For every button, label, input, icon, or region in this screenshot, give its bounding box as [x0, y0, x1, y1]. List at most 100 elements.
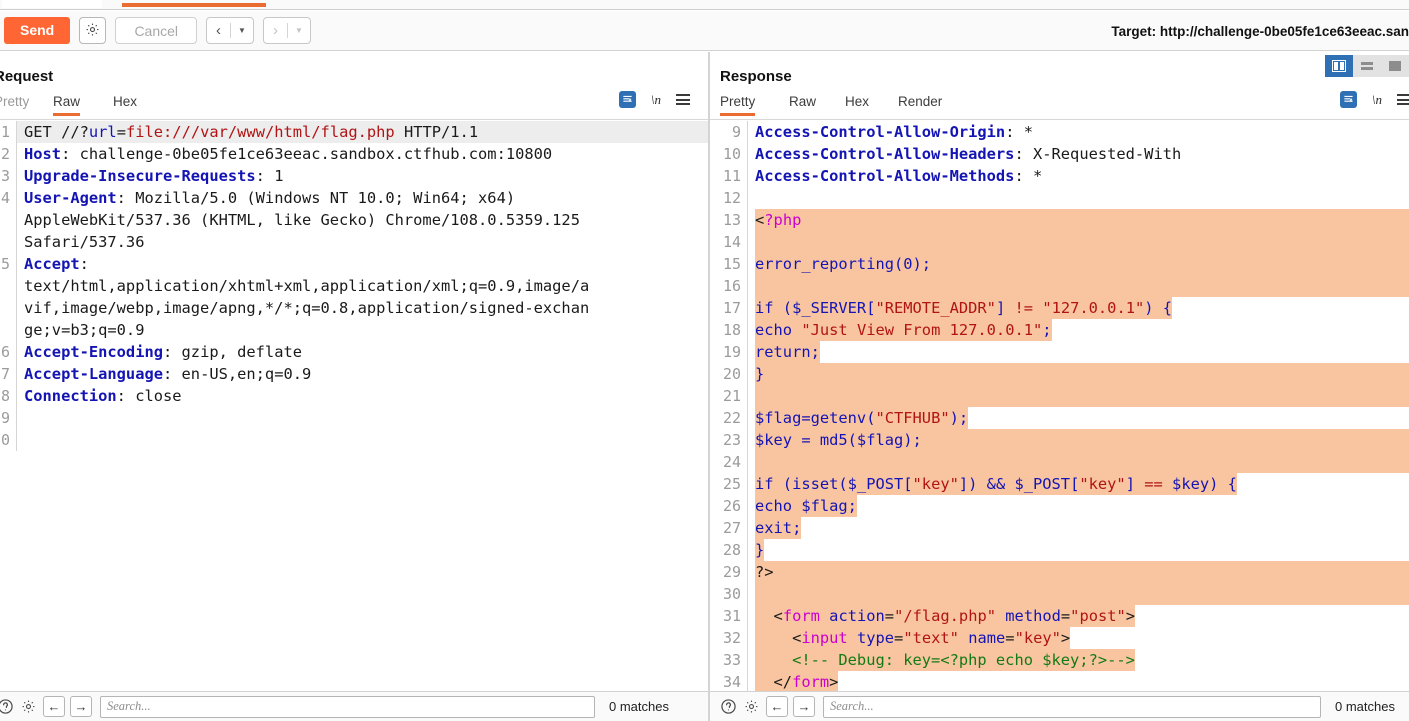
line-number: 30 [710, 583, 748, 605]
code-line-text[interactable]: if (isset($_POST["key"]) && $_POST["key"… [748, 473, 1409, 495]
code-line: 18 echo "Just View From 127.0.0.1"; [710, 319, 1409, 341]
newline-icon[interactable]: \n [651, 92, 661, 108]
menu-icon[interactable] [1397, 94, 1409, 105]
search-input[interactable]: Search... [100, 695, 595, 718]
pretty-format-icon[interactable] [618, 91, 636, 108]
code-token: ) { [1144, 299, 1173, 317]
code-line-text[interactable]: Connection: close [17, 385, 708, 407]
code-line-text[interactable] [17, 429, 708, 451]
tab-response-render[interactable]: Render [898, 94, 942, 116]
code-line-text[interactable]: <!-- Debug: key=<?php echo $key;?>--> [748, 649, 1409, 671]
match-count: 0 matches [609, 699, 669, 714]
code-line-text[interactable]: Access-Control-Allow-Origin: * [748, 121, 1409, 143]
code-token: file:///var/www/html/flag.php [125, 123, 395, 141]
code-line-text[interactable]: Access-Control-Allow-Headers: X-Requeste… [748, 143, 1409, 165]
menu-icon[interactable] [676, 94, 690, 105]
code-line-text[interactable]: <form action="/flag.php" method="post"> [748, 605, 1409, 627]
send-button[interactable]: Send [4, 17, 71, 44]
history-forward-button[interactable]: › ▼ [263, 17, 312, 44]
code-line-text[interactable]: ?> [748, 561, 1409, 583]
code-line: 10 Access-Control-Allow-Headers: X-Reques… [710, 143, 1409, 165]
code-token: > [829, 673, 839, 691]
help-icon[interactable] [0, 697, 15, 717]
code-line-text[interactable]: User-Agent: Mozilla/5.0 (Windows NT 10.0… [17, 187, 708, 209]
code-line-text[interactable]: } [748, 539, 1409, 561]
line-number: 6 [0, 341, 17, 363]
code-line-text[interactable]: return; [748, 341, 1409, 363]
code-line-text[interactable]: <?php [748, 209, 1409, 231]
top-tab-strip [0, 0, 1409, 10]
search-prev-button[interactable]: ← [43, 696, 65, 717]
code-line: 30 [710, 583, 1409, 605]
stacked-view-icon[interactable] [1353, 55, 1381, 77]
code-line-text[interactable] [748, 187, 1409, 209]
code-line-text[interactable] [17, 407, 708, 429]
code-line-text[interactable]: Host: challenge-0be05fe1ce63eeac.sandbox… [17, 143, 708, 165]
code-line-text[interactable]: Access-Control-Allow-Methods: * [748, 165, 1409, 187]
request-editor[interactable]: 1 GET //?url=file:///var/www/html/flag.ph… [0, 121, 708, 691]
code-line: text/html,application/xhtml+xml,applicat… [0, 275, 708, 297]
code-line-text[interactable]: Accept-Language: en-US,en;q=0.9 [17, 363, 708, 385]
code-line-text[interactable]: <input type="text" name="key"> [748, 627, 1409, 649]
code-line-text[interactable]: ge;v=b3;q=0.9 [17, 319, 708, 341]
code-line-text[interactable]: GET //?url=file:///var/www/html/flag.php… [17, 121, 708, 143]
gear-icon[interactable] [741, 697, 761, 717]
arrow-left-icon: ← [770, 699, 784, 714]
tab-response-hex[interactable]: Hex [845, 94, 869, 116]
code-line-text[interactable] [748, 231, 1409, 253]
code-line-text[interactable]: Accept-Encoding: gzip, deflate [17, 341, 708, 363]
code-line-text[interactable]: exit; [748, 517, 1409, 539]
code-line-text[interactable] [748, 385, 1409, 407]
search-input[interactable]: Search... [823, 695, 1321, 718]
code-line-text[interactable] [748, 451, 1409, 473]
search-next-button[interactable]: → [793, 696, 815, 717]
code-line-text[interactable]: text/html,application/xhtml+xml,applicat… [17, 275, 708, 297]
code-line-text[interactable]: Accept: [17, 253, 708, 275]
code-line-text[interactable]: error_reporting(0); [748, 253, 1409, 275]
tab-request-raw[interactable]: Raw [53, 94, 81, 116]
code-line-text[interactable] [748, 583, 1409, 605]
code-token: = [1005, 629, 1015, 647]
code-line-text[interactable]: AppleWebKit/537.36 (KHTML, like Gecko) C… [17, 209, 708, 231]
newline-icon[interactable]: \n [1372, 92, 1382, 108]
tab-response-pretty[interactable]: Pretty [720, 94, 756, 116]
tab-response-raw[interactable]: Raw [789, 94, 816, 116]
split-view-icon[interactable] [1325, 55, 1353, 77]
code-token: == [1144, 475, 1163, 493]
highlighted-span [755, 385, 1409, 407]
code-line-text[interactable]: echo $flag; [748, 495, 1409, 517]
history-back-button[interactable]: ‹ ▼ [206, 17, 255, 44]
request-header-icons: \n [618, 91, 690, 108]
line-number: 11 [710, 165, 748, 187]
code-line-text[interactable] [748, 275, 1409, 297]
code-line: 24 [710, 451, 1409, 473]
code-token: : en-US,en;q=0.9 [163, 365, 312, 383]
highlighted-span: if (isset($_POST["key"]) && $_POST["key"… [755, 473, 1237, 495]
send-settings-button[interactable] [79, 17, 107, 44]
highlighted-span: if ($_SERVER["REMOTE_ADDR"] != "127.0.0.… [755, 297, 1173, 319]
gear-icon[interactable] [18, 697, 38, 717]
cancel-button[interactable]: Cancel [115, 17, 198, 44]
code-line-text[interactable]: } [748, 363, 1409, 385]
code-line-text[interactable]: Safari/537.36 [17, 231, 708, 253]
search-prev-button[interactable]: ← [766, 696, 788, 717]
code-line-text[interactable]: </form> [748, 671, 1409, 691]
search-next-button[interactable]: → [70, 696, 92, 717]
help-icon[interactable] [718, 697, 738, 717]
pretty-format-icon[interactable] [1339, 91, 1357, 108]
code-line-text[interactable]: $flag=getenv("CTFHUB"); [748, 407, 1409, 429]
code-line-text[interactable]: $key = md5($flag); [748, 429, 1409, 451]
tab-request-hex[interactable]: Hex [113, 94, 137, 116]
line-number: 27 [710, 517, 748, 539]
code-line-text[interactable]: Upgrade-Insecure-Requests: 1 [17, 165, 708, 187]
caret-down-icon[interactable]: ▼ [288, 26, 311, 35]
code-line-text[interactable]: echo "Just View From 127.0.0.1"; [748, 319, 1409, 341]
caret-down-icon[interactable]: ▼ [231, 26, 254, 35]
tab-inactive[interactable] [2, 0, 102, 8]
tab-request-pretty[interactable]: Pretty [0, 94, 29, 116]
single-view-icon[interactable] [1381, 55, 1409, 77]
response-editor[interactable]: 9 Access-Control-Allow-Origin: * 10 Access-… [710, 121, 1409, 691]
code-line-text[interactable]: vif,image/webp,image/apng,*/*;q=0.8,appl… [17, 297, 708, 319]
code-line-text[interactable]: if ($_SERVER["REMOTE_ADDR"] != "127.0.0.… [748, 297, 1409, 319]
